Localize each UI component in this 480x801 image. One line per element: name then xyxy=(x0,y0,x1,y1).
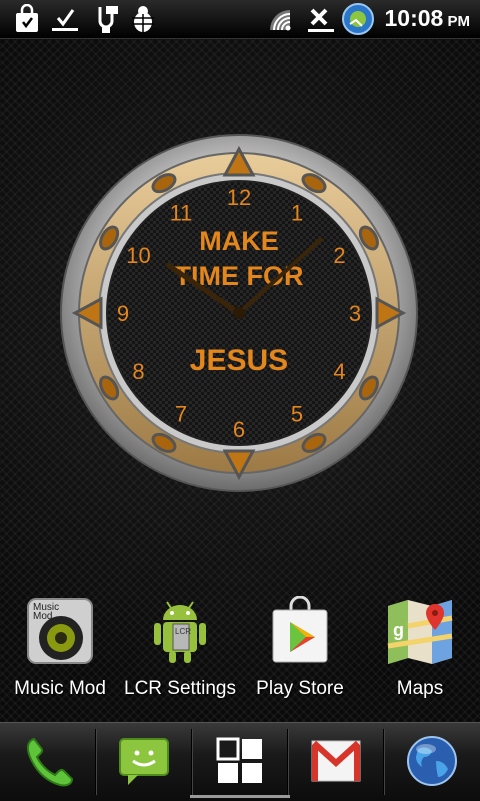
sync-app-icon xyxy=(342,3,374,35)
clock-numeral: 11 xyxy=(170,201,193,226)
clock-numeral: 1 xyxy=(291,201,303,226)
clock-center-cap xyxy=(233,307,245,319)
browser-globe-icon xyxy=(407,736,457,786)
clock-numeral: 2 xyxy=(333,243,345,268)
messaging-icon xyxy=(119,738,169,785)
gmail-icon xyxy=(311,740,361,782)
clock-numeral: 9 xyxy=(117,301,129,326)
dock-handle xyxy=(190,795,290,798)
app-maps[interactable]: g Maps xyxy=(360,596,480,706)
dock-browser[interactable] xyxy=(384,723,479,801)
clock-numeral: 7 xyxy=(175,401,187,426)
android-lcr-icon: LCR xyxy=(154,601,206,663)
svg-text:Mod: Mod xyxy=(33,611,52,622)
status-bar[interactable]: 10:08 PM xyxy=(0,0,480,39)
clock-numeral: 10 xyxy=(126,243,150,268)
app-label: LCR Settings xyxy=(124,678,236,699)
no-signal-icon xyxy=(308,8,334,32)
bug-icon xyxy=(132,6,154,32)
clock-numeral: 12 xyxy=(227,185,251,210)
usb-debug-icon xyxy=(98,6,118,33)
clock-text-time-for: TIME FOR xyxy=(175,261,304,291)
clock-widget[interactable]: 121234567891011 MAKE TIME FOR JESUS xyxy=(60,134,418,492)
app-label: Play Store xyxy=(256,678,344,699)
app-lcr-settings[interactable]: LCR LCR Settings xyxy=(120,596,240,706)
app-play-store[interactable]: Play Store xyxy=(240,595,360,706)
dock-gmail[interactable] xyxy=(288,723,383,801)
clock-numeral: 6 xyxy=(233,417,245,442)
dock-messaging[interactable] xyxy=(96,723,191,801)
maps-icon: g xyxy=(387,600,453,664)
app-music-mod[interactable]: Music Mod Music Mod xyxy=(0,596,120,706)
svg-text:g: g xyxy=(393,620,404,640)
clock-numeral: 4 xyxy=(333,359,345,384)
music-mod-speaker-icon: Music Mod xyxy=(27,598,93,664)
play-store-icon xyxy=(272,595,328,663)
dock xyxy=(0,722,480,801)
clock-numeral: 5 xyxy=(291,401,303,426)
app-drawer-icon xyxy=(216,737,262,783)
clock-numeral: 3 xyxy=(349,301,361,326)
phone-icon xyxy=(26,737,74,787)
clock-text-jesus: JESUS xyxy=(190,344,288,377)
dock-app-drawer[interactable] xyxy=(192,723,287,801)
wifi-icon xyxy=(270,10,291,31)
app-label: Music Mod xyxy=(14,678,106,699)
dock-phone[interactable] xyxy=(0,723,95,801)
clock-text-make: MAKE xyxy=(199,226,279,256)
status-clock: 10:08 PM xyxy=(384,5,471,31)
shopping-bag-notification-icon xyxy=(16,4,38,32)
clock-numeral: 8 xyxy=(132,359,144,384)
app-label: Maps xyxy=(396,678,444,699)
svg-text:LCR: LCR xyxy=(175,627,191,636)
download-complete-icon xyxy=(52,9,78,31)
